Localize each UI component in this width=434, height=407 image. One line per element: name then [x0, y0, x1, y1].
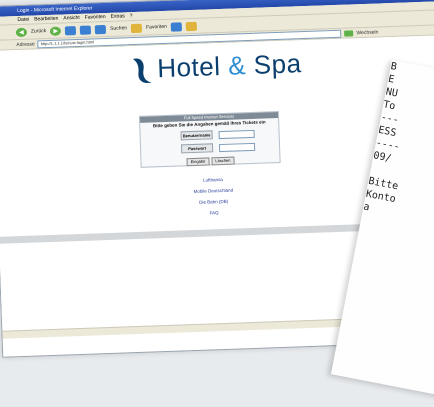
menu-item-edit[interactable]: Bearbeiten: [34, 15, 58, 24]
link-faq[interactable]: FAQ: [210, 210, 219, 215]
favorites-button-label[interactable]: Favoriten: [146, 24, 167, 31]
hotel-logo: Hotel & Spa: [131, 48, 302, 85]
menu-item-file[interactable]: Datei: [17, 16, 29, 24]
partner-links: Lufthansa Mobile Deutschland Die Bahn (D…: [193, 177, 234, 216]
login-panel: Full Speed Internet Services Bitte geben…: [138, 110, 281, 168]
back-button-label[interactable]: Zurück: [31, 28, 46, 35]
search-button-label[interactable]: Suchen: [110, 25, 127, 32]
home-icon[interactable]: [95, 24, 107, 34]
forward-arrow-icon[interactable]: ▶: [50, 26, 62, 36]
password-label: Passwort: [180, 143, 214, 154]
window-title: Login - Microsoft Internet Explorer: [17, 5, 93, 15]
folder-icon[interactable]: [185, 21, 198, 31]
menu-item-view[interactable]: Ansicht: [63, 14, 80, 23]
password-row: Passwort: [141, 141, 279, 155]
username-row: Benutzername: [141, 128, 279, 142]
mail-icon[interactable]: [170, 21, 183, 32]
link-bahn[interactable]: Die Bahn (DB): [199, 199, 228, 205]
address-label: Adresse: [16, 40, 35, 48]
go-label[interactable]: Wechseln: [356, 29, 378, 36]
logo-word-spa: Spa: [253, 48, 302, 80]
menu-item-favorites[interactable]: Favoriten: [85, 13, 106, 22]
logo-word-hotel: Hotel: [156, 51, 221, 84]
logo-ampersand: &: [227, 50, 247, 81]
login-button[interactable]: Eingabe: [186, 157, 210, 167]
username-input[interactable]: [218, 129, 255, 139]
wave-logo-icon: [132, 58, 152, 83]
link-mobile[interactable]: Mobile Deutschland: [194, 188, 234, 194]
username-label: Benutzername: [180, 130, 213, 141]
favorites-star-icon[interactable]: [130, 23, 143, 33]
refresh-icon[interactable]: [80, 24, 92, 35]
form-buttons: Eingabe Löschen: [141, 155, 279, 168]
password-input[interactable]: [218, 142, 256, 152]
back-arrow-icon[interactable]: ◀: [15, 27, 28, 37]
menu-item-help[interactable]: ?: [130, 12, 133, 20]
link-lufthansa[interactable]: Lufthansa: [203, 177, 223, 183]
menu-item-tools[interactable]: Extras: [110, 12, 124, 20]
logo-text: Hotel & Spa: [157, 48, 302, 84]
stop-icon[interactable]: [65, 25, 77, 35]
go-button[interactable]: [344, 29, 354, 37]
clear-button[interactable]: Löschen: [211, 156, 235, 166]
